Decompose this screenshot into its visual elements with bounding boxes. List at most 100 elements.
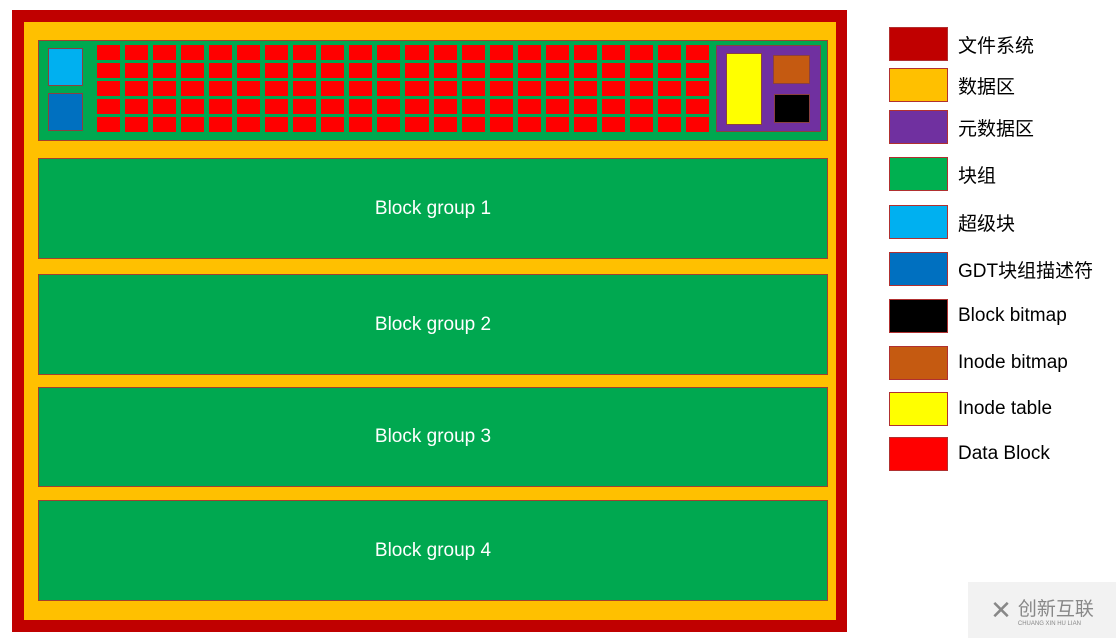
data-block (657, 117, 681, 132)
data-block (97, 45, 121, 60)
legend-item: Inode bitmap (889, 346, 1068, 380)
data-block (545, 117, 569, 132)
data-block (265, 63, 289, 78)
data-block (321, 63, 345, 78)
legend-label: Inode bitmap (958, 352, 1068, 373)
data-block (433, 45, 457, 60)
data-block (97, 117, 121, 132)
data-block (293, 45, 317, 60)
data-block (573, 99, 597, 114)
data-block (209, 45, 233, 60)
watermark-sub: CHUANG XIN HU LIAN (1017, 620, 1081, 627)
data-block (265, 117, 289, 132)
data-block (237, 81, 261, 96)
data-block (237, 117, 261, 132)
legend-swatch (889, 392, 948, 426)
data-block (153, 117, 177, 132)
data-block-grid (97, 45, 709, 132)
data-block (461, 63, 485, 78)
legend-label: 元数据区 (958, 118, 1035, 140)
logo-icon: ✕ (990, 594, 1012, 625)
superblock (48, 48, 83, 86)
data-block (181, 117, 205, 132)
data-block (153, 63, 177, 78)
data-block (125, 45, 149, 60)
data-block (517, 117, 541, 132)
data-block (153, 81, 177, 96)
data-block (517, 81, 541, 96)
data-block (97, 63, 121, 78)
data-block (629, 117, 653, 132)
data-block (461, 45, 485, 60)
legend-item: Block bitmap (889, 299, 1067, 333)
data-block (433, 81, 457, 96)
legend-swatch (889, 68, 948, 102)
legend-item: 块组 (889, 157, 996, 191)
data-block (405, 81, 429, 96)
data-block (629, 81, 653, 96)
legend-label: GDT块组描述符 (958, 260, 1094, 282)
data-block (181, 81, 205, 96)
data-block (181, 63, 205, 78)
data-block (181, 99, 205, 114)
data-block (209, 81, 233, 96)
data-block (489, 81, 513, 96)
data-block (489, 45, 513, 60)
data-block (601, 45, 625, 60)
data-block (545, 81, 569, 96)
data-block (405, 117, 429, 132)
data-block (181, 45, 205, 60)
data-block (657, 81, 681, 96)
data-block (153, 99, 177, 114)
data-block (461, 81, 485, 96)
legend-item: 数据区 (889, 68, 1015, 102)
data-block (377, 45, 401, 60)
block-group-2: Block group 2 (38, 274, 828, 375)
data-block (293, 81, 317, 96)
legend-item: 元数据区 (889, 110, 1034, 144)
data-block (265, 45, 289, 60)
legend-swatch (889, 299, 948, 333)
legend-label: 块组 (958, 165, 997, 187)
data-block (545, 99, 569, 114)
data-block (573, 63, 597, 78)
data-block (125, 117, 149, 132)
data-block (405, 63, 429, 78)
block-bitmap (774, 94, 810, 123)
data-block (685, 45, 709, 60)
data-block (573, 81, 597, 96)
data-block (433, 63, 457, 78)
legend-label: 数据区 (958, 76, 1016, 98)
data-block (489, 99, 513, 114)
data-block (209, 63, 233, 78)
watermark-name: 创新互联 (1017, 598, 1094, 620)
data-block (685, 99, 709, 114)
block-group-3: Block group 3 (38, 387, 828, 487)
legend-swatch (889, 252, 948, 286)
data-block (349, 63, 373, 78)
legend-label: Data Block (958, 443, 1050, 464)
legend-swatch (889, 346, 948, 380)
data-block (461, 99, 485, 114)
data-block (405, 99, 429, 114)
data-block (433, 117, 457, 132)
data-block (629, 99, 653, 114)
data-block (629, 63, 653, 78)
data-block (517, 63, 541, 78)
legend-label: 文件系统 (958, 35, 1035, 57)
data-block (657, 99, 681, 114)
data-block (153, 45, 177, 60)
legend-swatch (889, 437, 948, 471)
legend-item: Data Block (889, 437, 1050, 471)
data-block (237, 63, 261, 78)
inode-table (726, 53, 762, 125)
data-block (489, 63, 513, 78)
data-block (377, 81, 401, 96)
legend-swatch (889, 157, 948, 191)
data-block (573, 45, 597, 60)
legend-label: Block bitmap (958, 305, 1067, 326)
data-block (265, 99, 289, 114)
data-block (377, 117, 401, 132)
data-block (321, 117, 345, 132)
legend-swatch (889, 205, 948, 239)
